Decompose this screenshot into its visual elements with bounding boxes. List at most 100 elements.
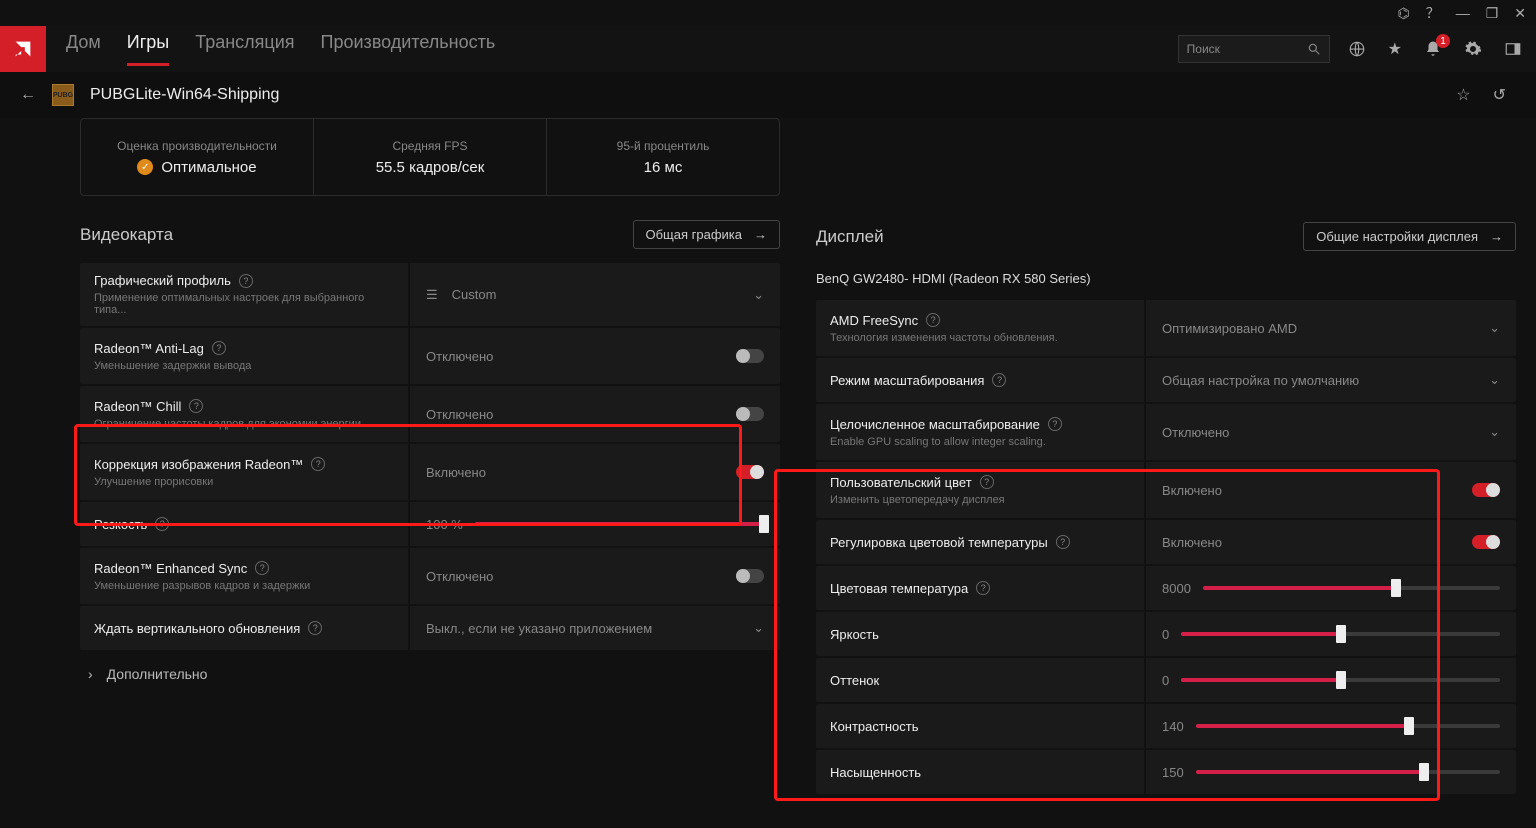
hue-value: 0 (1162, 673, 1169, 688)
game-title: PUBGLite-Win64-Shipping (90, 86, 279, 104)
colortemp-slider[interactable] (1203, 586, 1500, 590)
sharpness-value: 100 % (426, 517, 463, 532)
row-image-sharpening: Коррекция изображения Radeon™? Улучшение… (80, 444, 780, 500)
gpu-column: Оценка производительности ✓ Оптимальное С… (80, 118, 780, 828)
sharp-toggle[interactable] (736, 465, 764, 479)
stat-perf-value: Оптимальное (161, 159, 256, 176)
close-icon[interactable]: ✕ (1514, 5, 1526, 22)
tempadj-toggle[interactable] (1472, 535, 1500, 549)
vsync-dropdown[interactable]: Выкл., если не указано приложением ⌄ (410, 606, 780, 650)
nav-games[interactable]: Игры (127, 32, 169, 66)
custcolor-toggle[interactable] (1472, 483, 1500, 497)
saturation-slider[interactable] (1196, 770, 1500, 774)
info-icon[interactable]: ? (155, 517, 169, 531)
row-brightness: Яркость 0 (816, 612, 1516, 656)
stat-fps-label: Средняя FPS (392, 139, 467, 153)
globe-icon[interactable] (1348, 40, 1366, 58)
amd-logo-icon[interactable] (0, 26, 46, 72)
info-icon[interactable]: ? (189, 399, 203, 413)
brightness-value: 0 (1162, 627, 1169, 642)
search-placeholder: Поиск (1187, 42, 1220, 56)
more-label: Дополнительно (107, 666, 208, 682)
arrow-right-icon: → (1490, 229, 1503, 244)
bell-icon[interactable]: 1 (1424, 40, 1442, 58)
custcolor-sub: Изменить цветопередачу дисплея (830, 494, 1130, 506)
window-titlebar: ⌬ ？ — ❐ ✕ (0, 0, 1536, 26)
info-icon[interactable]: ? (1048, 417, 1062, 431)
help-icon[interactable]: ？ (1426, 3, 1440, 23)
chevron-down-icon: ⌄ (1489, 320, 1500, 336)
intscale-dropdown[interactable]: Отключено ⌄ (1146, 404, 1516, 460)
row-custom-color: Пользовательский цвет? Изменить цветопер… (816, 462, 1516, 518)
row-antilag: Radeon™ Anti-Lag? Уменьшение задержки вы… (80, 328, 780, 384)
info-icon[interactable]: ? (976, 581, 990, 595)
more-button[interactable]: › Дополнительно (80, 650, 780, 698)
esync-toggle[interactable] (736, 569, 764, 583)
brightness-slider[interactable] (1181, 632, 1500, 636)
game-icon: PUBG (52, 84, 74, 106)
scaling-title: Режим масштабирования (830, 373, 984, 388)
display-section-title: Дисплей (816, 227, 884, 247)
global-graphics-button[interactable]: Общая графика → (633, 220, 781, 249)
stat-fps: Средняя FPS 55.5 кадров/сек (314, 119, 547, 195)
info-icon[interactable]: ? (239, 274, 253, 288)
nav-performance[interactable]: Производительность (321, 32, 496, 66)
freesync-title: AMD FreeSync (830, 313, 918, 328)
star-icon[interactable]: ★ (1388, 39, 1402, 59)
search-input[interactable]: Поиск (1178, 35, 1330, 63)
topbar-icons: ★ 1 (1348, 39, 1522, 59)
freesync-dropdown[interactable]: Оптимизировано AMD ⌄ (1146, 300, 1516, 356)
global-display-label: Общие настройки дисплея (1316, 229, 1478, 244)
antilag-toggle[interactable] (736, 349, 764, 363)
sharp-sub: Улучшение прорисовки (94, 476, 394, 488)
sharpness-slider[interactable] (475, 522, 764, 526)
hue-title: Оттенок (830, 673, 879, 688)
row-graphics-profile: Графический профиль? Применение оптималь… (80, 263, 780, 326)
contrast-title: Контрастность (830, 719, 919, 734)
sharp-title: Коррекция изображения Radeon™ (94, 457, 303, 472)
favorite-icon[interactable]: ☆ (1456, 85, 1470, 105)
contrast-slider[interactable] (1196, 724, 1500, 728)
info-icon[interactable]: ? (311, 457, 325, 471)
contrast-value: 140 (1162, 719, 1184, 734)
chill-toggle[interactable] (736, 407, 764, 421)
hue-slider[interactable] (1181, 678, 1500, 682)
chill-title: Radeon™ Chill (94, 399, 181, 414)
sharp-value: Включено (426, 465, 486, 480)
vsync-value: Выкл., если не указано приложением (426, 621, 652, 636)
info-icon[interactable]: ? (926, 313, 940, 327)
stat-perf-label: Оценка производительности (117, 139, 277, 153)
minimize-icon[interactable]: — (1456, 5, 1470, 21)
gear-icon[interactable] (1464, 40, 1482, 58)
bug-icon[interactable]: ⌬ (1397, 5, 1409, 22)
row-color-temperature: Цветовая температура? 8000 (816, 566, 1516, 610)
info-icon[interactable]: ? (992, 373, 1006, 387)
chevron-right-icon: › (88, 666, 93, 682)
panel-icon[interactable] (1504, 40, 1522, 58)
scaling-value: Общая настройка по умолчанию (1162, 373, 1359, 388)
gpu-rows: Графический профиль? Применение оптималь… (80, 263, 780, 650)
row-contrast: Контрастность 140 (816, 704, 1516, 748)
vsync-title: Ждать вертикального обновления (94, 621, 300, 636)
profile-sub: Применение оптимальных настроек для выбр… (94, 292, 394, 316)
info-icon[interactable]: ? (980, 475, 994, 489)
colortemp-value: 8000 (1162, 581, 1191, 596)
reset-icon[interactable]: ↺ (1493, 85, 1506, 105)
back-arrow-icon[interactable]: ← (20, 86, 36, 104)
check-icon: ✓ (137, 159, 153, 175)
intscale-value: Отключено (1162, 425, 1229, 440)
nav-home[interactable]: Дом (66, 32, 101, 66)
nav-stream[interactable]: Трансляция (195, 32, 294, 66)
info-icon[interactable]: ? (255, 561, 269, 575)
row-scaling-mode: Режим масштабирования? Общая настройка п… (816, 358, 1516, 402)
maximize-icon[interactable]: ❐ (1486, 5, 1499, 22)
gpu-section-title: Видеокарта (80, 225, 173, 245)
scaling-dropdown[interactable]: Общая настройка по умолчанию ⌄ (1146, 358, 1516, 402)
info-icon[interactable]: ? (308, 621, 322, 635)
custcolor-value: Включено (1162, 483, 1222, 498)
info-icon[interactable]: ? (212, 341, 226, 355)
profile-dropdown[interactable]: ☰Custom ⌄ (410, 263, 780, 326)
display-section-head: Дисплей Общие настройки дисплея → (816, 222, 1516, 251)
info-icon[interactable]: ? (1056, 535, 1070, 549)
global-display-button[interactable]: Общие настройки дисплея → (1303, 222, 1516, 251)
